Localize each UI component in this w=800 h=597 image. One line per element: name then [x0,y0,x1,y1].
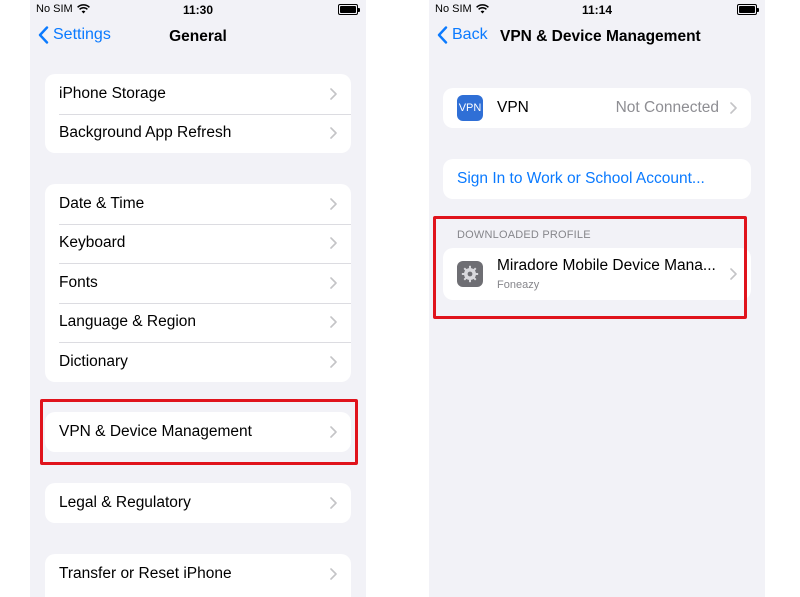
row-language-region[interactable]: Language & Region [45,302,351,343]
back-button[interactable]: Back [437,26,488,44]
row-label: Legal & Regulatory [59,493,191,511]
nav-bar: Settings General [30,20,366,56]
clock: 11:30 [182,3,214,17]
page-title: VPN & Device Management [500,28,701,45]
chevron-right-icon [330,316,337,329]
row-background-app-refresh[interactable]: Background App Refresh [45,113,351,154]
chevron-right-icon [330,496,337,509]
row-transfer-reset[interactable]: Transfer or Reset iPhone [45,554,351,594]
row-label: Background App Refresh [59,124,232,142]
highlight-box-vpn [40,399,358,465]
chevron-right-icon [730,102,737,114]
legal-group: Legal & Regulatory [45,483,351,523]
row-dictionary[interactable]: Dictionary [45,342,351,382]
status-bar: No SIM 11:30 [30,0,366,20]
vpn-label: VPN [497,99,529,116]
row-date-time[interactable]: Date & Time [45,184,351,224]
reset-group: Transfer or Reset iPhone [45,554,351,597]
chevron-right-icon [330,567,337,580]
page-title: General [169,28,227,45]
row-keyboard[interactable]: Keyboard [45,223,351,264]
chevron-right-icon [330,237,337,250]
row-vpn[interactable]: VPN VPN Not Connected [443,88,751,128]
vpn-icon: VPN [457,95,483,121]
highlight-box-profile [433,216,747,319]
account-group: Sign In to Work or School Account... [443,159,751,199]
chevron-right-icon [330,197,337,210]
sign-in-work-school-link[interactable]: Sign In to Work or School Account... [443,159,751,199]
storage-group: iPhone Storage Background App Refresh [45,74,351,153]
row-iphone-storage[interactable]: iPhone Storage [45,74,351,114]
back-label: Back [452,26,488,43]
row-label: Fonts [59,273,98,291]
battery-icon [737,4,759,15]
chevron-right-icon [330,127,337,140]
vpn-status: Not Connected [615,99,719,116]
vpn-group: VPN VPN Not Connected [443,88,751,128]
row-label: Date & Time [59,194,145,212]
row-fonts[interactable]: Fonts [45,263,351,303]
chevron-left-icon [437,26,448,44]
status-bar: No SIM 11:14 [429,0,765,20]
row-label: Transfer or Reset iPhone [59,564,232,582]
row-legal-regulatory[interactable]: Legal & Regulatory [45,483,351,523]
battery-icon [338,4,360,15]
chevron-right-icon [330,87,337,100]
chevron-right-icon [330,355,337,368]
sign-in-label: Sign In to Work or School Account... [457,170,705,187]
row-label: Language & Region [59,313,197,331]
general-settings-screen: No SIM 11:30 Settings General iPhone Sto… [30,0,366,597]
row-label: Keyboard [59,234,126,252]
chevron-right-icon [330,276,337,289]
locale-group: Date & Time Keyboard Fonts Language & Re… [45,184,351,382]
nav-bar: Back VPN & Device Management [429,20,765,56]
row-label: iPhone Storage [59,84,166,102]
row-label: Dictionary [59,352,128,370]
clock: 11:14 [581,3,613,17]
